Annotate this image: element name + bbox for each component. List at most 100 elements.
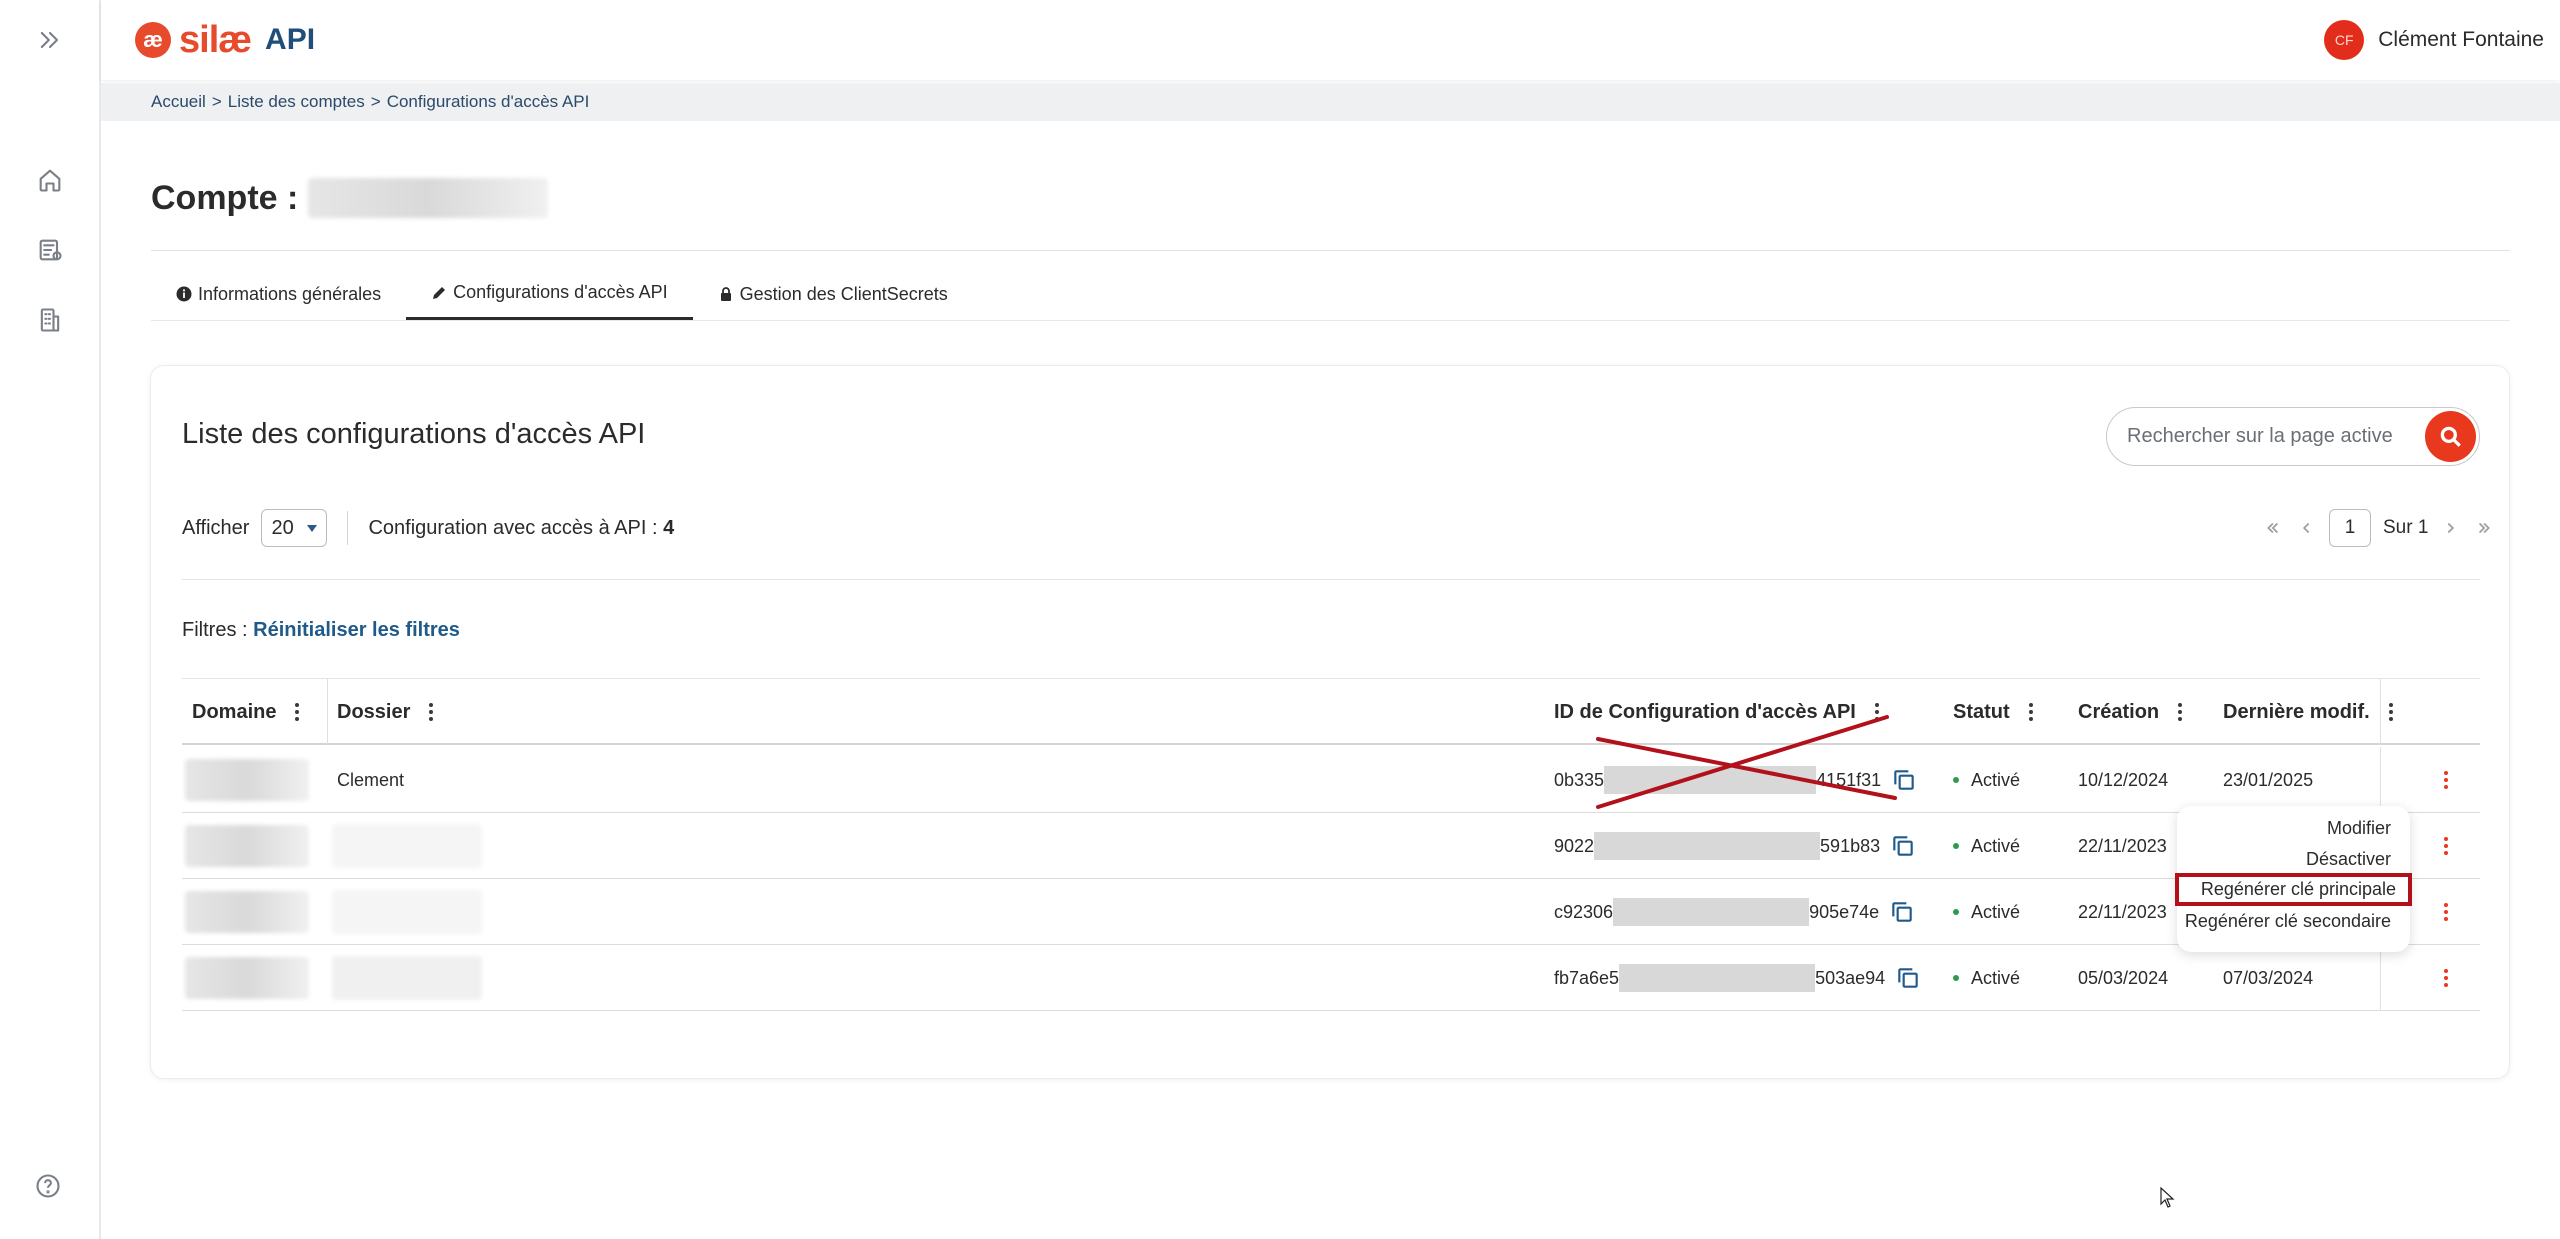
building-icon[interactable] (34, 304, 66, 336)
row-actions-button[interactable] (2412, 945, 2480, 1011)
column-header-id-configuration[interactable]: ID de Configuration d'accès API (1554, 679, 1882, 745)
menu-item-desactiver[interactable]: Désactiver (2306, 849, 2391, 870)
reset-filters-link[interactable]: Réinitialiser les filtres (253, 619, 460, 641)
status-dot (1953, 975, 1959, 981)
status-cell: Activé (1953, 945, 2020, 1011)
user-menu[interactable]: CF Clément Fontaine (2324, 20, 2544, 60)
column-menu-icon[interactable] (2175, 700, 2185, 724)
row-actions-button[interactable] (2412, 747, 2480, 813)
search-button[interactable] (2425, 411, 2476, 462)
status-cell: Activé (1953, 879, 2020, 945)
column-header-dossier[interactable]: Dossier (337, 679, 436, 745)
breadcrumb-accounts[interactable]: Liste des comptes (228, 92, 365, 112)
column-header-statut[interactable]: Statut (1953, 679, 2036, 745)
expand-sidebar-icon[interactable] (34, 24, 66, 56)
copy-icon[interactable] (1895, 965, 1921, 991)
kebab-menu-icon (2441, 768, 2451, 792)
home-icon[interactable] (34, 164, 66, 196)
info-icon (176, 286, 192, 302)
config-id-start: 0b335 (1554, 769, 1605, 790)
column-menu-icon[interactable] (1872, 700, 1882, 724)
config-count: Configuration avec accès à API : 4 (368, 517, 674, 540)
tab-bar: Informations générales Configurations d'… (151, 268, 973, 320)
divider (182, 579, 2480, 580)
row-actions-button[interactable] (2412, 879, 2480, 945)
column-menu-icon[interactable] (426, 700, 436, 724)
copy-icon[interactable] (1890, 833, 1916, 859)
domaine-redacted (185, 891, 309, 933)
domaine-redacted (185, 825, 309, 867)
column-divider (2380, 945, 2381, 1011)
domaine-cell (185, 747, 309, 813)
column-header-derniere-modif[interactable]: Dernière modif. (2223, 679, 2396, 745)
account-name-redacted (308, 178, 549, 218)
page-title: Compte : (151, 178, 549, 218)
column-menu-icon[interactable] (292, 700, 302, 724)
column-menu-icon[interactable] (2026, 700, 2036, 724)
column-header-label: Statut (1953, 700, 2010, 723)
column-header-creation[interactable]: Création (2078, 679, 2185, 745)
menu-item-modifier[interactable]: Modifier (2327, 818, 2391, 839)
table-row[interactable]: fb7a6e5 503ae94 Activé 05/03/2024 07/03/… (182, 945, 2480, 1011)
divider (347, 511, 349, 545)
table-row[interactable]: 9022 591b83 Activé 22/11/2023 (182, 813, 2480, 879)
first-page-icon[interactable] (2261, 517, 2283, 539)
row-actions-button[interactable] (2412, 813, 2480, 879)
divider (151, 250, 2510, 251)
copy-icon[interactable] (1891, 767, 1917, 793)
config-id-start: c92306 (1554, 901, 1614, 922)
domaine-cell (185, 813, 309, 879)
page-size-select[interactable]: 20 (261, 509, 328, 547)
next-page-icon[interactable] (2440, 517, 2462, 539)
search-input[interactable] (2127, 425, 2417, 448)
config-id-cell: fb7a6e5 503ae94 (1554, 945, 1921, 1011)
tab-label: Informations générales (198, 283, 382, 304)
accounts-list-icon[interactable] (34, 234, 66, 266)
tab-gestion-clientsecrets[interactable]: Gestion des ClientSecrets (693, 268, 973, 320)
page-total: Sur 1 (2383, 517, 2429, 538)
copy-icon[interactable] (1889, 899, 1915, 925)
silae-api-logo[interactable]: æ silæ API (135, 18, 315, 62)
created-cell: 22/11/2023 (2078, 835, 2167, 856)
breadcrumb-home[interactable]: Accueil (151, 92, 206, 112)
row-actions-menu: Modifier Désactiver Regénérer clé princi… (2174, 806, 2413, 952)
lock-icon (720, 287, 731, 301)
status-dot (1953, 843, 1959, 849)
column-header-label: ID de Configuration d'accès API (1554, 700, 1856, 723)
top-header: æ silæ API CF Clément Fontaine (101, 0, 2560, 80)
chevron-down-icon (307, 524, 318, 532)
created-cell: 05/03/2024 (2078, 967, 2169, 988)
config-id-start: fb7a6e5 (1554, 967, 1620, 988)
status-cell: Activé (1953, 813, 2020, 879)
dossier-cell (332, 879, 482, 945)
pagination: 1 Sur 1 (2261, 509, 2496, 547)
tab-configurations-acces-api[interactable]: Configurations d'accès API (406, 268, 693, 320)
logo-mark: æ (135, 22, 171, 58)
page-size-control: Afficher 20 Configuration avec accès à A… (182, 509, 674, 547)
current-page-input[interactable]: 1 (2329, 509, 2371, 547)
config-id-cell: c92306 905e74e (1554, 879, 1915, 945)
tab-informations-generales[interactable]: Informations générales (151, 268, 406, 320)
tab-label: Configurations d'accès API (453, 282, 668, 302)
menu-item-regenerer-cle-principale[interactable]: Regénérer clé principale (2174, 873, 2413, 906)
help-icon[interactable] (34, 1172, 66, 1204)
config-id-redacted (1619, 964, 1816, 992)
table-row[interactable]: c92306 905e74e Activé 22/11/2023 (182, 879, 2480, 945)
table-row[interactable]: Clement 0b335 4151f31 Activé 10/12/2024 … (182, 747, 2480, 813)
dossier-redacted (332, 824, 482, 868)
status-dot (1953, 777, 1959, 783)
column-menu-icon[interactable] (2386, 700, 2396, 724)
config-id-end: 4151f31 (1816, 769, 1882, 790)
kebab-menu-icon (2441, 900, 2451, 924)
config-id-cell: 9022 591b83 (1554, 813, 1916, 879)
previous-page-icon[interactable] (2295, 517, 2317, 539)
last-page-icon[interactable] (2474, 517, 2496, 539)
breadcrumb: Accueil > Liste des comptes > Configurat… (101, 83, 2560, 121)
config-id-redacted (1613, 898, 1810, 926)
breadcrumb-current[interactable]: Configurations d'accès API (387, 92, 590, 112)
column-header-domaine[interactable]: Domaine (192, 679, 302, 745)
menu-item-regenerer-cle-secondaire[interactable]: Regénérer clé secondaire (2185, 911, 2391, 932)
search-box (2106, 407, 2480, 466)
kebab-menu-icon (2441, 834, 2451, 858)
pencil-icon (433, 286, 446, 299)
